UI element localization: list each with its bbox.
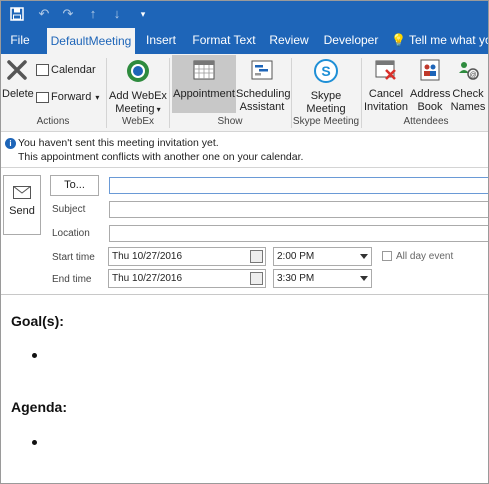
cancel-label-line1: Cancel xyxy=(368,88,404,100)
chevron-down-icon: ▾ xyxy=(154,105,161,114)
ribbon: Delete Calendar Forward ▾ Actions Add Web… xyxy=(1,54,488,132)
end-time-select[interactable]: 3:30 PM xyxy=(273,269,372,288)
dropdown-arrow-icon xyxy=(360,276,368,281)
forward-icon xyxy=(36,91,49,103)
goals-bullet xyxy=(32,353,37,358)
scheduling-label-line2: Assistant xyxy=(239,101,285,113)
group-label-actions: Actions xyxy=(36,116,70,127)
skype-label-line2: Meeting xyxy=(306,103,346,115)
address-book-button[interactable]: Address Book xyxy=(410,58,450,114)
calendar-picker-icon[interactable] xyxy=(250,272,263,285)
delete-icon xyxy=(2,58,32,86)
start-time-select[interactable]: 2:00 PM xyxy=(273,247,372,266)
group-label-webex: WebEx xyxy=(121,116,155,127)
webex-label-line2: Meeting xyxy=(115,103,155,115)
scheduling-icon xyxy=(236,58,288,86)
svg-text:@: @ xyxy=(469,72,476,79)
send-envelope-icon xyxy=(13,186,31,199)
scheduling-assistant-button[interactable]: Scheduling Assistant xyxy=(236,58,291,114)
redo-icon[interactable]: ↷ xyxy=(59,5,77,23)
location-field[interactable] xyxy=(109,225,488,242)
calendar-small-icon xyxy=(36,64,49,77)
end-time-label: End time xyxy=(52,274,92,285)
down-arrow-icon[interactable]: ↓ xyxy=(108,5,126,23)
goals-heading: Goal(s): xyxy=(11,313,64,329)
all-day-checkbox[interactable] xyxy=(382,251,392,261)
skype-label-line1: Skype xyxy=(310,90,342,102)
start-date-value: Thu 10/27/2016 xyxy=(112,251,183,262)
start-time-label: Start time xyxy=(52,252,95,263)
tab-review[interactable]: Review xyxy=(267,27,311,54)
to-button[interactable]: To... xyxy=(50,175,99,196)
up-arrow-icon[interactable]: ↑ xyxy=(84,5,102,23)
calendar-picker-icon[interactable] xyxy=(250,250,263,263)
group-label-attendees: Attendees xyxy=(403,116,449,127)
location-label: Location xyxy=(52,228,90,239)
customize-qat-icon[interactable]: ▾ xyxy=(134,5,152,23)
start-time-value: 2:00 PM xyxy=(277,251,315,262)
tab-developer[interactable]: Developer xyxy=(321,27,381,54)
tab-insert[interactable]: Insert xyxy=(141,27,181,54)
subject-field[interactable] xyxy=(109,201,488,218)
webex-label-line1: Add WebEx xyxy=(109,90,167,102)
appointment-label: Appointment xyxy=(173,88,235,100)
appointment-icon xyxy=(172,58,236,86)
delete-button[interactable]: Delete xyxy=(2,58,34,101)
svg-text:S: S xyxy=(321,63,330,79)
forward-button[interactable]: Forward ▾ xyxy=(36,91,102,104)
skype-icon: S xyxy=(297,58,355,88)
check-label-line2: Names xyxy=(450,101,486,113)
ribbon-tabs: File DefaultMeeting Insert Format Text R… xyxy=(1,27,488,54)
tell-me-box[interactable]: 💡Tell me what you xyxy=(391,27,488,54)
save-icon[interactable] xyxy=(8,5,26,23)
webex-icon xyxy=(109,58,167,88)
group-label-show: Show xyxy=(217,116,243,127)
delete-label: Delete xyxy=(2,88,34,100)
agenda-bullet xyxy=(32,440,37,445)
add-webex-meeting-button[interactable]: Add WebEx Meeting ▾ xyxy=(109,58,167,116)
all-day-label: All day event xyxy=(396,251,454,262)
address-book-icon xyxy=(410,58,450,86)
skype-meeting-button[interactable]: S Skype Meeting xyxy=(297,58,355,116)
tab-defaultmeeting[interactable]: DefaultMeeting xyxy=(47,28,135,54)
calendar-button[interactable]: Calendar xyxy=(36,64,96,77)
check-names-icon: @ xyxy=(450,58,486,86)
address-label-line2: Book xyxy=(417,101,443,113)
address-label-line1: Address xyxy=(410,88,451,100)
dropdown-arrow-icon xyxy=(360,254,368,259)
info-message-line1: You haven't sent this meeting invitation… xyxy=(18,137,219,149)
lightbulb-icon: 💡 xyxy=(391,33,406,47)
check-names-button[interactable]: @ Check Names xyxy=(450,58,486,114)
info-bar: i You haven't sent this meeting invitati… xyxy=(1,132,488,168)
tab-format-text[interactable]: Format Text xyxy=(189,27,259,54)
to-field[interactable] xyxy=(109,177,488,194)
appointment-button[interactable]: Appointment xyxy=(172,55,236,113)
message-body[interactable]: Goal(s): Agenda: xyxy=(1,294,488,483)
cancel-invitation-icon xyxy=(363,58,409,86)
meeting-window: ↶ ↷ ↑ ↓ ▾ File DefaultMeeting Insert For… xyxy=(0,0,489,484)
info-icon: i xyxy=(5,138,16,149)
start-date-picker[interactable]: Thu 10/27/2016 xyxy=(108,247,266,266)
subject-label: Subject xyxy=(52,204,86,215)
forward-label: Forward xyxy=(51,91,92,103)
send-label: Send xyxy=(9,205,35,217)
info-message-line2: This appointment conflicts with another … xyxy=(18,151,304,163)
send-button[interactable]: Send xyxy=(3,175,41,235)
calendar-label: Calendar xyxy=(51,64,96,76)
end-date-value: Thu 10/27/2016 xyxy=(112,273,183,284)
cancel-label-line2: Invitation xyxy=(363,101,409,113)
undo-icon[interactable]: ↶ xyxy=(35,5,53,23)
check-label-line1: Check xyxy=(452,88,484,100)
agenda-heading: Agenda: xyxy=(11,399,67,415)
tab-file[interactable]: File xyxy=(5,27,35,54)
cancel-invitation-button[interactable]: Cancel Invitation xyxy=(363,58,409,114)
scheduling-label-line1: Scheduling xyxy=(236,88,291,100)
end-time-value: 3:30 PM xyxy=(277,273,315,284)
group-label-skype: Skype Meeting xyxy=(292,116,360,127)
end-date-picker[interactable]: Thu 10/27/2016 xyxy=(108,269,266,288)
chevron-down-icon: ▾ xyxy=(95,93,100,102)
tell-me-label: Tell me what you xyxy=(408,33,488,47)
quick-access-toolbar: ↶ ↷ ↑ ↓ ▾ xyxy=(1,1,488,27)
